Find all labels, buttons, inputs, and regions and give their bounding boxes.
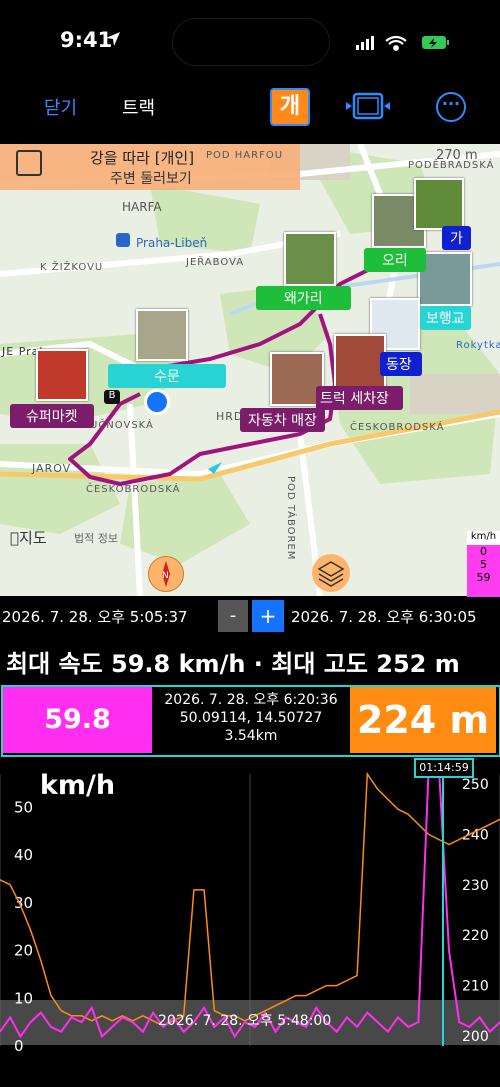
track-subtitle: 주변 둘러보기 bbox=[110, 171, 192, 187]
poi-photo[interactable] bbox=[414, 178, 464, 230]
map-station-label: Praha-Libeň bbox=[136, 236, 208, 250]
right-tick-label: 230 bbox=[462, 878, 489, 894]
point-distance: 3.54km bbox=[224, 728, 278, 744]
location-arrow-icon bbox=[106, 32, 120, 46]
battery-icon bbox=[422, 36, 449, 49]
poi-label[interactable]: 수문 bbox=[108, 364, 226, 388]
close-button[interactable]: 닫기 bbox=[44, 94, 77, 120]
map-street-label: JAROV bbox=[32, 462, 72, 475]
compass-icon[interactable]: N bbox=[148, 556, 184, 592]
left-tick-label: 0 bbox=[14, 1037, 24, 1055]
page-title: 트랙 bbox=[122, 98, 156, 119]
point-details: 2026. 7. 28. 오후 6:20:36 50.09114, 14.507… bbox=[152, 687, 350, 753]
range-cursor-time: 2026. 7. 28. 오후 5:48:00 bbox=[158, 1013, 332, 1029]
svg-text:N: N bbox=[162, 571, 169, 581]
poi-label[interactable]: 가 bbox=[442, 226, 471, 250]
map-street-label: ČESKOBRODSKÁ bbox=[350, 422, 445, 433]
left-tick-label: 20 bbox=[14, 942, 33, 960]
map-street-label: UČNOVSKÁ bbox=[90, 420, 154, 431]
map-street-label: POD TÁBOREM bbox=[285, 476, 296, 561]
map-street-label: JEŘABOVA bbox=[186, 257, 245, 268]
poi-label[interactable]: 슈퍼마켓 bbox=[10, 404, 94, 428]
legal-link[interactable]: 법적 정보 bbox=[74, 530, 118, 546]
track-name: 강을 따라 [개인] bbox=[90, 149, 195, 167]
map-street-label: K ŽIŽKOVU bbox=[40, 262, 104, 273]
poi-label[interactable]: 트럭 세차장 bbox=[316, 386, 403, 410]
poi-label[interactable]: 동장 bbox=[380, 352, 422, 376]
map-street-label: HARFA bbox=[122, 200, 162, 214]
poi-label[interactable]: 보행교 bbox=[420, 306, 471, 330]
right-tick-label: 210 bbox=[462, 979, 489, 995]
train-icon bbox=[116, 233, 130, 247]
decrease-button[interactable]: - bbox=[218, 600, 248, 632]
altitude-readout: 224 m bbox=[350, 687, 496, 753]
increase-button[interactable]: + bbox=[252, 600, 284, 632]
left-tick-label: 40 bbox=[14, 846, 33, 864]
cursor-elapsed-time: 01:14:59 bbox=[414, 758, 474, 778]
speed-altitude-chart[interactable]: 01020304050 200210220230240250 bbox=[0, 756, 500, 1087]
poi-label[interactable]: 자동차 매장 bbox=[240, 408, 325, 432]
point-coordinates: 50.09114, 14.50727 bbox=[179, 710, 323, 726]
legend-unit: km/h bbox=[467, 531, 500, 545]
poi-photo[interactable] bbox=[418, 252, 472, 306]
left-tick-label: 10 bbox=[14, 989, 33, 1007]
map-street-label: PODĚBRADSKÁ bbox=[408, 160, 495, 171]
poi-label[interactable]: 왜가리 bbox=[256, 286, 351, 310]
poi-photo[interactable] bbox=[136, 309, 188, 361]
poi-photo[interactable] bbox=[36, 349, 88, 401]
signal-icon bbox=[356, 36, 374, 50]
edit-icon[interactable] bbox=[16, 150, 42, 176]
map-street-label: ČESKOBRODSKÁ bbox=[86, 484, 181, 495]
speed-readout: 59.8 km/h bbox=[3, 687, 152, 801]
max-stats: 최대 속도 59.8 km/h · 최대 고도 252 m bbox=[6, 650, 460, 678]
range-end-time[interactable]: 2026. 7. 28. 오후 6:30:05 bbox=[291, 606, 477, 627]
video-icon[interactable] bbox=[344, 92, 392, 120]
status-icons bbox=[356, 35, 449, 51]
current-location-dot bbox=[144, 389, 170, 415]
map-street-label: POD HARFOU bbox=[206, 150, 284, 161]
wifi-icon bbox=[385, 35, 407, 51]
start-marker: B bbox=[104, 390, 120, 404]
map-river-label: Rokytka bbox=[456, 340, 500, 351]
private-toggle-button[interactable]: 개 bbox=[270, 88, 310, 126]
poi-photo[interactable] bbox=[334, 334, 386, 388]
right-tick-label: 220 bbox=[462, 928, 489, 944]
map-layers-icon[interactable] bbox=[312, 554, 350, 592]
status-bar: 9:41 bbox=[0, 0, 500, 80]
left-tick-label: 50 bbox=[14, 798, 33, 816]
poi-photo[interactable] bbox=[284, 232, 336, 286]
right-tick-label: 200 bbox=[462, 1029, 489, 1045]
range-start-time[interactable]: 2026. 7. 28. 오후 5:05:37 bbox=[2, 606, 188, 627]
poi-label[interactable]: 오리 bbox=[364, 248, 426, 272]
right-tick-label: 250 bbox=[462, 777, 489, 793]
more-button[interactable]: ··· bbox=[436, 92, 466, 122]
dynamic-island bbox=[172, 18, 330, 66]
point-timestamp: 2026. 7. 28. 오후 6:20:36 bbox=[164, 692, 338, 708]
apple-maps-logo: 지도 bbox=[10, 529, 47, 547]
